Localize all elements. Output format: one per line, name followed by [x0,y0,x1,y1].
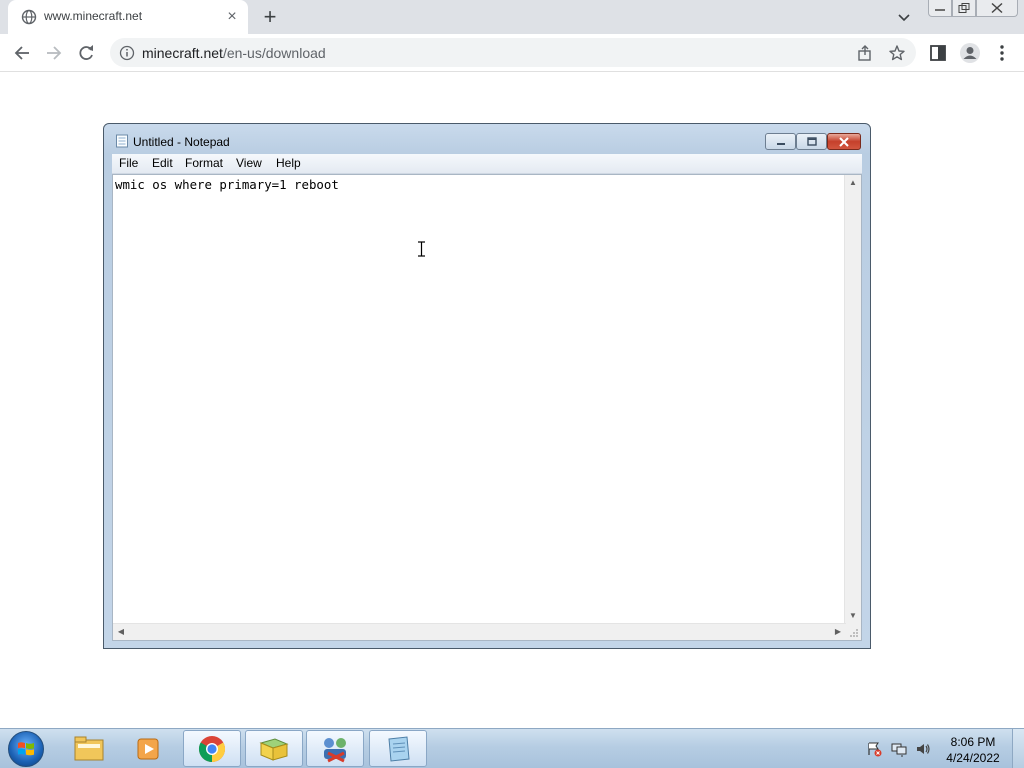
taskbar-media-player-button[interactable] [120,730,178,767]
globe-icon [21,9,37,25]
notepad-window: Untitled - Notepad File Edit Format View… [103,123,871,649]
share-icon[interactable] [856,44,874,62]
browser-minimize-button[interactable] [928,0,952,17]
action-center-icon[interactable] [866,741,882,757]
taskbar-network-app-button[interactable] [306,730,364,767]
taskbar-chrome-button[interactable] [183,730,241,767]
notepad-close-button[interactable] [827,133,861,150]
browser-close-button[interactable] [976,0,1018,17]
browser-tab-strip: www.minecraft.net × + [0,0,1024,34]
menu-file[interactable]: File [119,156,138,170]
side-panel-icon[interactable] [927,42,949,64]
star-icon[interactable] [888,44,906,62]
scroll-right-icon[interactable]: ▶ [830,624,846,640]
back-icon[interactable] [11,42,33,64]
info-icon[interactable] [119,45,135,61]
taskbar-folder-app-button[interactable] [245,730,303,767]
scroll-down-icon[interactable]: ▼ [845,608,861,624]
notepad-title: Untitled - Notepad [133,135,230,149]
volume-icon[interactable] [915,741,931,757]
menu-view[interactable]: View [236,156,262,170]
tab-search-icon[interactable] [895,8,913,26]
notepad-icon [115,134,129,148]
notepad-maximize-button[interactable] [796,133,827,150]
tab-title: www.minecraft.net [44,9,143,23]
clock-date: 4/24/2022 [946,751,1000,765]
profile-icon[interactable] [959,42,981,64]
horizontal-scrollbar[interactable]: ◀ ▶ [113,623,846,640]
network-tray-icon[interactable] [891,741,907,757]
tab-close-icon[interactable]: × [223,8,241,26]
url-text: minecraft.net/en-us/download [142,45,326,61]
notepad-titlebar[interactable]: Untitled - Notepad [104,124,870,154]
menu-format[interactable]: Format [185,156,223,170]
menu-help[interactable]: Help [276,156,301,170]
browser-tab[interactable]: www.minecraft.net × [8,0,248,34]
text-cursor-icon [417,241,426,257]
clock-time: 8:06 PM [950,735,996,749]
size-grip-icon[interactable] [845,624,861,640]
taskbar-explorer-button[interactable] [60,730,118,767]
forward-icon[interactable] [43,42,65,64]
url-host: minecraft.net [142,45,223,61]
notepad-text[interactable]: wmic os where primary=1 reboot [115,177,845,622]
menu-edit[interactable]: Edit [152,156,173,170]
taskbar: 8:06 PM 4/24/2022 [0,728,1024,768]
start-button[interactable] [8,731,44,767]
scroll-left-icon[interactable]: ◀ [113,624,129,640]
reload-icon[interactable] [75,42,97,64]
menu-icon[interactable] [991,42,1013,64]
vertical-scrollbar[interactable]: ▲ ▼ [844,175,861,624]
notepad-edit-area: wmic os where primary=1 reboot ▲ ▼ ◀ ▶ [112,174,862,641]
show-desktop-button[interactable] [1012,729,1024,768]
url-path: /en-us/download [222,45,326,61]
new-tab-button[interactable]: + [259,6,281,28]
taskbar-notepad-button[interactable] [369,730,427,767]
browser-toolbar: minecraft.net/en-us/download [0,34,1024,72]
notepad-minimize-button[interactable] [765,133,796,150]
taskbar-clock[interactable]: 8:06 PM 4/24/2022 [940,734,1006,766]
notepad-menubar: File Edit Format View Help [112,154,862,174]
scroll-up-icon[interactable]: ▲ [845,175,861,191]
browser-restore-button[interactable] [952,0,976,17]
address-bar[interactable]: minecraft.net/en-us/download [110,38,916,67]
